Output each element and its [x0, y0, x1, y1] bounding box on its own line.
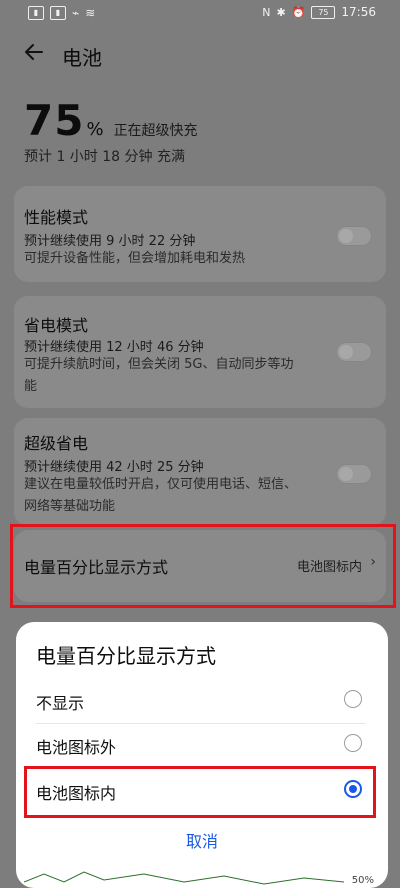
bluetooth-icon: ✱ [276, 5, 286, 19]
status-time: 17:56 [341, 5, 376, 19]
usb-icon: ⌁ [72, 6, 80, 20]
performance-mode-toggle[interactable] [336, 226, 372, 246]
card-subtitle: 预计继续使用 42 小时 25 分钟 [24, 460, 204, 475]
ultra-power-saving-toggle[interactable] [336, 464, 372, 484]
option-outside-icon[interactable]: 电池图标外 [16, 724, 388, 764]
chart-lines [23, 871, 345, 885]
card-description: 可提升设备性能，但会增加耗电和发热 [24, 251, 246, 266]
app-bar: 电池 [0, 30, 400, 76]
option-hidden[interactable]: 不显示 [16, 680, 388, 720]
card-subtitle: 预计继续使用 12 小时 46 分钟 [24, 340, 204, 355]
charging-status: 正在超级快充 [113, 123, 198, 139]
status-right-icons: N ✱ ⏰ 75 17:56 [262, 5, 376, 19]
wifi-icon: ≋ [85, 6, 96, 20]
battery-percent: 75 [24, 96, 85, 145]
signal-icon: ▮ [50, 6, 66, 20]
cancel-button[interactable]: 取消 [16, 828, 388, 852]
radio-button[interactable] [344, 690, 362, 708]
power-saving-mode-card[interactable]: 省电模式 预计继续使用 12 小时 46 分钟 可提升续航时间，但会关闭 5G、… [14, 296, 386, 408]
card-title: 性能模式 [24, 208, 89, 227]
power-saving-mode-toggle[interactable] [336, 342, 372, 362]
battery-icon: 75 [311, 5, 336, 19]
ultra-power-saving-card[interactable]: 超级省电 预计继续使用 42 小时 25 分钟 建议在电量较低时开启，仅可使用电… [14, 418, 386, 526]
card-title: 超级省电 [24, 434, 89, 453]
battery-summary: 75 % 正在超级快充 [24, 96, 198, 145]
radio-button[interactable] [344, 734, 362, 752]
signal-icon: ▮ [28, 6, 44, 20]
background-chart-peek: 50% [23, 868, 376, 888]
card-description: 建议在电量较低时开启，仅可使用电话、短信、网络等基础功能 [24, 477, 298, 514]
alarm-icon: ⏰ [291, 5, 306, 19]
back-arrow-icon[interactable] [22, 40, 46, 64]
page-title: 电池 [62, 46, 102, 70]
option-label: 不显示 [36, 694, 85, 713]
option-label: 电池图标外 [36, 738, 117, 757]
highlight-box [10, 524, 396, 608]
battery-settings-page: ▮ ▮ ⌁ ≋ N ✱ ⏰ 75 17:56 电池 75 % 正在超级快充 预计… [0, 0, 400, 888]
performance-mode-card[interactable]: 性能模式 预计继续使用 9 小时 22 分钟 可提升设备性能，但会增加耗电和发热 [14, 186, 386, 282]
nfc-icon: N [262, 5, 271, 19]
status-left-icons: ▮ ▮ ⌁ ≋ [28, 6, 95, 20]
battery-percent-sign: % [86, 119, 104, 140]
dialog-title: 电量百分比显示方式 [36, 644, 216, 668]
status-bar: ▮ ▮ ⌁ ≋ N ✱ ⏰ 75 17:56 [0, 0, 400, 28]
chart-axis-label: 50% [351, 875, 374, 886]
percent-display-dialog: 电量百分比显示方式 不显示 电池图标外 电池图标内 取消 [16, 622, 388, 888]
card-title: 省电模式 [24, 316, 89, 335]
highlight-box [24, 766, 376, 818]
charge-estimate: 预计 1 小时 18 分钟 充满 [24, 149, 185, 165]
card-description: 可提升续航时间，但会关闭 5G、自动同步等功能 [24, 357, 294, 394]
card-subtitle: 预计继续使用 9 小时 22 分钟 [24, 234, 196, 249]
